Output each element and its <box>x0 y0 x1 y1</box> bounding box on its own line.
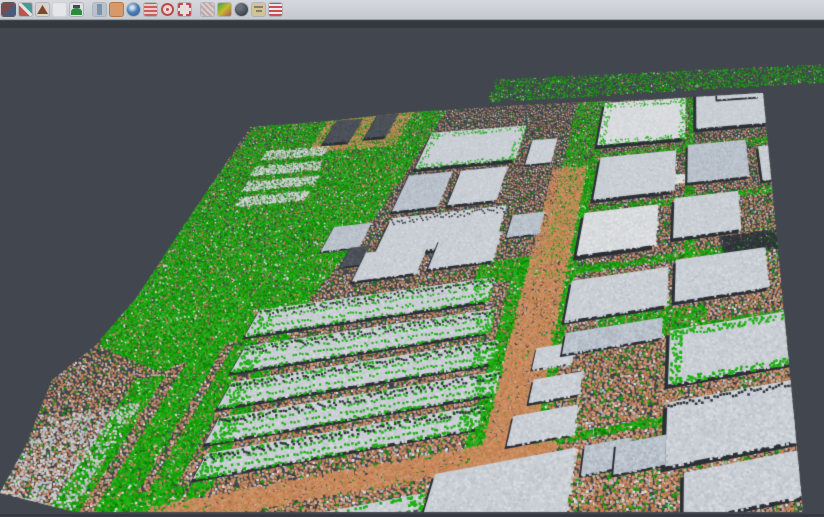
app-window <box>0 0 824 517</box>
ruler-icon-shape <box>97 4 102 15</box>
globe-icon[interactable] <box>127 3 140 16</box>
terrain-mountain-icon-shape <box>37 5 48 14</box>
sand-tool-icon-shape <box>256 10 262 12</box>
transform-arrows-icon[interactable] <box>19 3 32 16</box>
colormap-icon[interactable] <box>218 3 231 16</box>
viewport-top-edge <box>0 21 824 28</box>
green-hill-icon-shape <box>71 8 82 15</box>
sphere-icon[interactable] <box>235 3 248 16</box>
green-hill-icon[interactable] <box>70 3 83 16</box>
ruler-icon[interactable] <box>93 3 106 16</box>
multicolor-cube-icon[interactable] <box>2 3 15 16</box>
faded-grid-icon[interactable] <box>201 3 214 16</box>
faded-tool-icon[interactable] <box>53 3 66 16</box>
orange-square-icon[interactable] <box>110 3 123 16</box>
target-icon-shape <box>166 8 169 11</box>
sand-tool-icon-shape <box>254 6 263 8</box>
terrain-mountain-icon[interactable] <box>36 3 49 16</box>
sand-tool-icon[interactable] <box>252 3 265 16</box>
red-list-icon[interactable] <box>144 3 157 16</box>
striped-flag-icon[interactable] <box>269 3 282 16</box>
selection-box-icon[interactable] <box>178 3 191 16</box>
toolbar <box>0 0 824 20</box>
3d-viewport[interactable] <box>0 0 824 517</box>
target-icon[interactable] <box>161 3 174 16</box>
green-hill-icon-shape <box>73 5 80 8</box>
